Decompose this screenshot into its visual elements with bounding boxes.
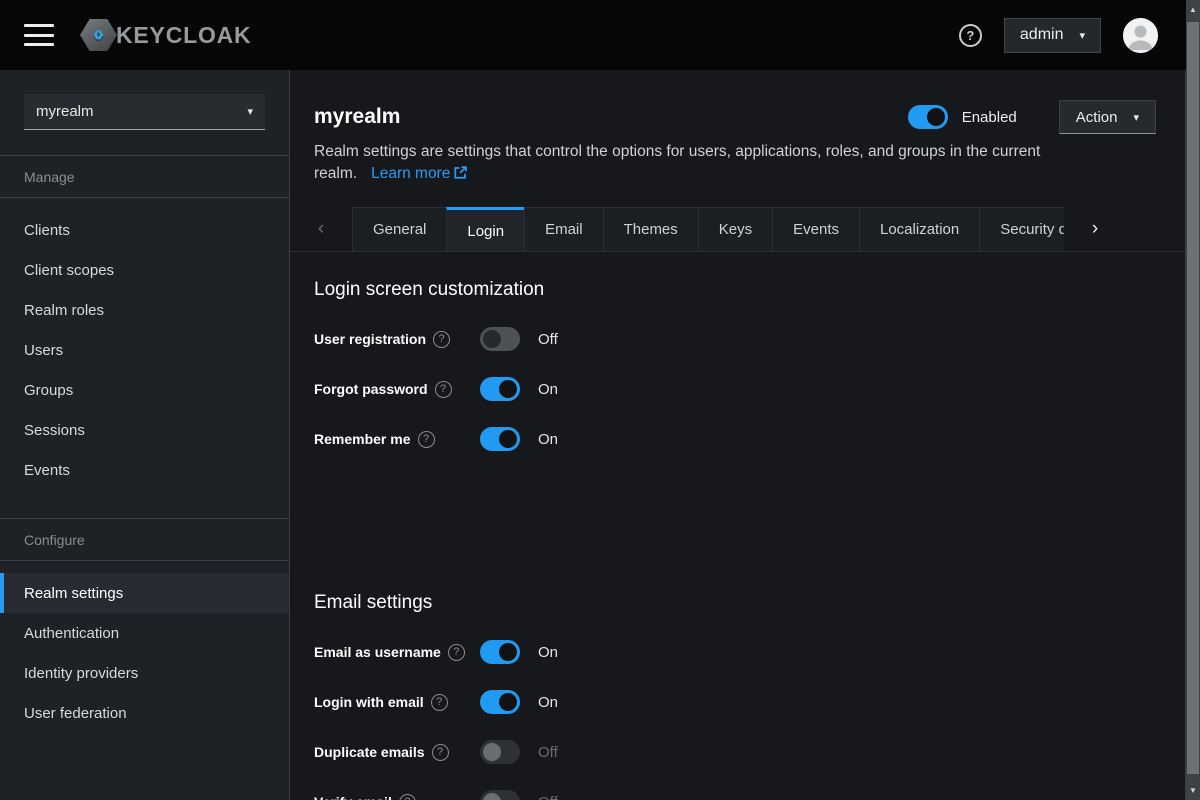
sidebar-item-user-federation[interactable]: User federation	[0, 693, 289, 733]
action-dropdown[interactable]: Action ▾	[1059, 100, 1156, 134]
enabled-label: Enabled	[962, 109, 1017, 126]
field-label: User registration	[314, 331, 426, 347]
help-icon[interactable]: ?	[435, 381, 452, 398]
nav-section-configure: Configure	[0, 519, 289, 560]
help-icon[interactable]: ?	[399, 794, 416, 800]
tab-security-defenses[interactable]: Security defenses	[979, 207, 1064, 251]
toggle-login-with-email[interactable]	[480, 690, 520, 714]
user-menu-label: admin	[1020, 26, 1064, 44]
sidebar-item-authentication[interactable]: Authentication	[0, 613, 289, 653]
toggle-duplicate-emails	[480, 740, 520, 764]
realm-settings-tabs: ‹ General Login Email Themes Keys Events…	[290, 207, 1200, 252]
toggle-state: On	[538, 431, 558, 448]
field-label: Remember me	[314, 431, 411, 447]
form-row-forgot-password: Forgot password ? On	[314, 376, 1176, 402]
chevron-left-icon: ‹	[318, 218, 324, 239]
window-scrollbar[interactable]: ▲ ▼	[1186, 0, 1200, 800]
field-label: Duplicate emails	[314, 744, 425, 760]
form-row-verify-email: Verify email ? Off	[314, 789, 1176, 800]
nav-section-manage: Manage	[0, 156, 289, 197]
chevron-down-icon: ▾	[1133, 111, 1139, 124]
toggle-state: On	[538, 644, 558, 661]
toggle-user-registration[interactable]	[480, 327, 520, 351]
brand-text: KEYCLOAK	[116, 22, 251, 49]
page-title: myrealm	[314, 100, 400, 134]
realm-selector-value: myrealm	[36, 103, 94, 120]
help-icon[interactable]: ?	[432, 744, 449, 761]
chevron-down-icon: ▾	[247, 105, 253, 118]
field-label: Forgot password	[314, 381, 428, 397]
keycloak-logo: ‹ › KEYCLOAK	[80, 19, 251, 51]
toggle-state: On	[538, 694, 558, 711]
user-menu-dropdown[interactable]: admin ▾	[1004, 18, 1101, 53]
tab-general[interactable]: General	[352, 207, 446, 251]
field-label: Login with email	[314, 694, 424, 710]
tab-email[interactable]: Email	[524, 207, 603, 251]
form-row-user-registration: User registration ? Off	[314, 326, 1176, 352]
help-icon[interactable]: ?	[431, 694, 448, 711]
tab-login[interactable]: Login	[446, 207, 524, 251]
sidebar: myrealm ▾ Manage Clients Client scopes R…	[0, 70, 290, 800]
toggle-remember-me[interactable]	[480, 427, 520, 451]
learn-more-link[interactable]: Learn more	[371, 165, 467, 182]
nav-toggle-hamburger-icon[interactable]	[24, 24, 54, 46]
help-icon[interactable]: ?	[959, 24, 982, 47]
sidebar-item-realm-settings[interactable]: Realm settings	[0, 573, 289, 613]
tabs-scroll-right-button[interactable]: ›	[1064, 207, 1126, 251]
sidebar-item-clients[interactable]: Clients	[0, 210, 289, 250]
toggle-state: On	[538, 381, 558, 398]
tab-localization[interactable]: Localization	[859, 207, 979, 251]
toggle-state: Off	[538, 744, 558, 761]
help-icon[interactable]: ?	[433, 331, 450, 348]
sidebar-item-groups[interactable]: Groups	[0, 370, 289, 410]
sidebar-item-client-scopes[interactable]: Client scopes	[0, 250, 289, 290]
masthead: ‹ › KEYCLOAK ? admin ▾	[0, 0, 1200, 70]
form-row-remember-me: Remember me ? On	[314, 426, 1176, 452]
sidebar-item-events[interactable]: Events	[0, 450, 289, 490]
section-title-email-settings: Email settings	[314, 591, 1176, 615]
form-row-duplicate-emails: Duplicate emails ? Off	[314, 739, 1176, 765]
toggle-state: Off	[538, 331, 558, 348]
sidebar-item-realm-roles[interactable]: Realm roles	[0, 290, 289, 330]
toggle-state: Off	[538, 794, 558, 800]
window-scrollbar-thumb[interactable]	[1187, 22, 1199, 774]
chevron-right-icon: ›	[1092, 218, 1098, 239]
field-label: Verify email	[314, 794, 392, 800]
external-link-icon	[454, 166, 467, 179]
realm-selector-dropdown[interactable]: myrealm ▾	[24, 94, 265, 130]
tab-events[interactable]: Events	[772, 207, 859, 251]
field-label: Email as username	[314, 644, 441, 660]
avatar[interactable]	[1123, 18, 1158, 53]
help-icon[interactable]: ?	[448, 644, 465, 661]
sidebar-item-identity-providers[interactable]: Identity providers	[0, 653, 289, 693]
form-row-login-with-email: Login with email ? On	[314, 689, 1176, 715]
sidebar-item-sessions[interactable]: Sessions	[0, 410, 289, 450]
tab-keys[interactable]: Keys	[698, 207, 772, 251]
form-row-email-as-username: Email as username ? On	[314, 639, 1176, 665]
toggle-verify-email	[480, 790, 520, 800]
scroll-up-icon[interactable]: ▲	[1186, 5, 1200, 14]
action-dropdown-label: Action	[1076, 109, 1118, 126]
keycloak-logo-icon: ‹ ›	[80, 19, 117, 51]
toggle-email-as-username[interactable]	[480, 640, 520, 664]
page-description: Realm settings are settings that control…	[314, 141, 1104, 185]
scroll-down-icon[interactable]: ▼	[1186, 786, 1200, 795]
realm-enabled-toggle[interactable]	[908, 105, 948, 129]
tab-themes[interactable]: Themes	[603, 207, 698, 251]
toggle-forgot-password[interactable]	[480, 377, 520, 401]
chevron-down-icon: ▾	[1079, 29, 1085, 42]
tabs-scroll-left-button[interactable]: ‹	[290, 207, 352, 251]
main-content: myrealm Enabled Action ▾ Realm settings …	[290, 70, 1200, 800]
help-icon[interactable]: ?	[418, 431, 435, 448]
section-title-login-customization: Login screen customization	[314, 278, 1176, 302]
sidebar-item-users[interactable]: Users	[0, 330, 289, 370]
